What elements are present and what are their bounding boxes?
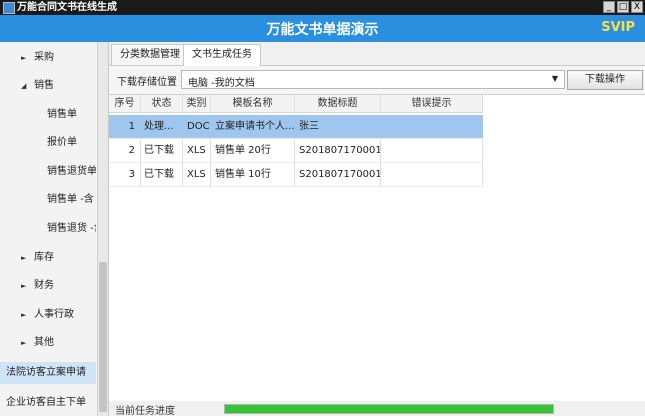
download-location-label: 下载存储位置 bbox=[117, 77, 177, 88]
sidebar: ► 采购 ◢ 销售 销售单 报价单 销售退货单 销售单 -含 销售退货 -含 ►… bbox=[0, 42, 109, 416]
row-template: 销售单 10行 bbox=[211, 163, 295, 186]
table-row[interactable]: 2 已下载 XLS 销售单 20行 S201807170001... bbox=[109, 139, 483, 163]
tab-bar: 分类数据管理 文书生成任务 bbox=[109, 42, 645, 66]
minimize-button[interactable]: _ bbox=[603, 1, 615, 13]
sidebar-item-label: 财务 bbox=[34, 280, 54, 291]
maximize-button[interactable]: □ bbox=[617, 1, 629, 13]
row-index: 1 bbox=[109, 115, 141, 138]
download-button[interactable]: 下载操作 bbox=[567, 70, 643, 90]
sidebar-item-sales-order-combined[interactable]: 销售单 -含 bbox=[0, 190, 96, 210]
column-header[interactable]: 错误提示 bbox=[381, 95, 483, 112]
sidebar-item-label: 库存 bbox=[34, 252, 54, 263]
download-location-select[interactable]: 电脑 -我的文档 ▼ bbox=[181, 70, 565, 89]
row-index: 3 bbox=[109, 163, 141, 186]
sidebar-item-label: 销售退货单 bbox=[47, 166, 96, 177]
sidebar-item-quotation[interactable]: 报价单 bbox=[0, 133, 96, 153]
header-title: 万能文书单据演示 bbox=[266, 22, 379, 38]
sidebar-item-label: 法院访客立案申请 bbox=[6, 367, 86, 378]
sidebar-item-label: 销售退货 -含 bbox=[47, 223, 96, 234]
tab-category-data[interactable]: 分类数据管理 bbox=[111, 44, 189, 65]
sidebar-item-label: 销售 bbox=[34, 80, 54, 91]
table-header: 序号 状态 类别 模板名称 数据标题 错误提示 bbox=[109, 95, 483, 113]
row-type: XLS bbox=[183, 139, 211, 162]
task-progress-bar bbox=[224, 404, 554, 414]
svip-badge[interactable]: SVIP bbox=[601, 20, 635, 35]
row-template: 销售单 20行 bbox=[211, 139, 295, 162]
row-error bbox=[381, 139, 483, 162]
row-status: 处理... bbox=[141, 115, 183, 138]
sidebar-item-sales[interactable]: ◢ 销售 bbox=[0, 76, 96, 96]
window-title: 万能合同文书在线生成 bbox=[17, 2, 117, 13]
task-table: 序号 状态 类别 模板名称 数据标题 错误提示 1 处理... DOC 立案申请… bbox=[109, 95, 645, 400]
row-template: 立案申请书个人... bbox=[211, 115, 295, 138]
download-location-value: 电脑 -我的文档 bbox=[188, 78, 255, 89]
row-data-title: 张三 bbox=[295, 115, 381, 138]
chevron-right-icon: ► bbox=[21, 311, 27, 319]
row-error bbox=[381, 115, 483, 138]
sidebar-item-hr-admin[interactable]: ► 人事行政 bbox=[0, 305, 96, 325]
row-data-title: S201807170001... bbox=[295, 163, 381, 186]
table-row[interactable]: 1 处理... DOC 立案申请书个人... 张三 bbox=[109, 115, 483, 139]
sidebar-item-label: 其他 bbox=[34, 337, 54, 348]
row-data-title: S201807170001... bbox=[295, 139, 381, 162]
sidebar-item-label: 企业访客自主下单 bbox=[6, 397, 86, 408]
sidebar-item-other[interactable]: ► 其他 bbox=[0, 333, 96, 353]
toolbar: 下载存储位置 电脑 -我的文档 ▼ 下载操作 bbox=[109, 66, 645, 95]
column-header[interactable]: 模板名称 bbox=[211, 95, 295, 112]
row-status: 已下载 bbox=[141, 139, 183, 162]
column-header[interactable]: 类别 bbox=[183, 95, 211, 112]
sidebar-item-enterprise-visitor[interactable]: 企业访客自主下单 bbox=[0, 393, 96, 413]
window-titlebar: 万能合同文书在线生成 _ □ X bbox=[0, 0, 645, 15]
sidebar-item-label: 销售单 -含 bbox=[47, 194, 94, 205]
chevron-right-icon: ► bbox=[21, 54, 27, 62]
tab-document-tasks[interactable]: 文书生成任务 bbox=[183, 44, 261, 66]
chevron-down-icon: ◢ bbox=[21, 82, 27, 90]
chevron-right-icon: ► bbox=[21, 339, 27, 347]
sidebar-item-sales-return-combined[interactable]: 销售退货 -含 bbox=[0, 219, 96, 239]
column-header[interactable]: 状态 bbox=[141, 95, 183, 112]
app-icon bbox=[3, 2, 15, 14]
sidebar-item-finance[interactable]: ► 财务 bbox=[0, 276, 96, 296]
column-header[interactable]: 数据标题 bbox=[295, 95, 381, 112]
column-header[interactable]: 序号 bbox=[109, 95, 141, 112]
chevron-right-icon: ► bbox=[21, 254, 27, 262]
sidebar-item-procurement[interactable]: ► 采购 bbox=[0, 48, 96, 68]
chevron-right-icon: ► bbox=[21, 282, 27, 290]
sidebar-item-label: 报价单 bbox=[47, 137, 77, 148]
row-type: DOC bbox=[183, 115, 211, 138]
app-header: 万能文书单据演示 SVIP bbox=[0, 15, 645, 42]
sidebar-item-label: 人事行政 bbox=[34, 309, 74, 320]
scrollbar-thumb[interactable] bbox=[99, 262, 107, 412]
sidebar-item-label: 销售单 bbox=[47, 109, 77, 120]
sidebar-item-inventory[interactable]: ► 库存 bbox=[0, 248, 96, 268]
sidebar-item-court-visitor[interactable]: 法院访客立案申请 bbox=[0, 362, 96, 384]
progress-fill bbox=[225, 405, 553, 413]
sidebar-scrollbar[interactable] bbox=[97, 42, 108, 416]
sidebar-item-sales-return[interactable]: 销售退货单 bbox=[0, 162, 96, 182]
row-status: 已下载 bbox=[141, 163, 183, 186]
sidebar-item-sales-order[interactable]: 销售单 bbox=[0, 105, 96, 125]
table-row[interactable]: 3 已下载 XLS 销售单 10行 S201807170001... bbox=[109, 163, 483, 187]
row-index: 2 bbox=[109, 139, 141, 162]
caret-down-icon: ▼ bbox=[551, 74, 558, 83]
close-button[interactable]: X bbox=[631, 1, 643, 13]
sidebar-item-label: 采购 bbox=[34, 52, 54, 63]
progress-label: 当前任务进度 bbox=[115, 406, 175, 417]
row-type: XLS bbox=[183, 163, 211, 186]
row-error bbox=[381, 163, 483, 186]
status-bar: 当前任务进度 bbox=[109, 401, 645, 417]
